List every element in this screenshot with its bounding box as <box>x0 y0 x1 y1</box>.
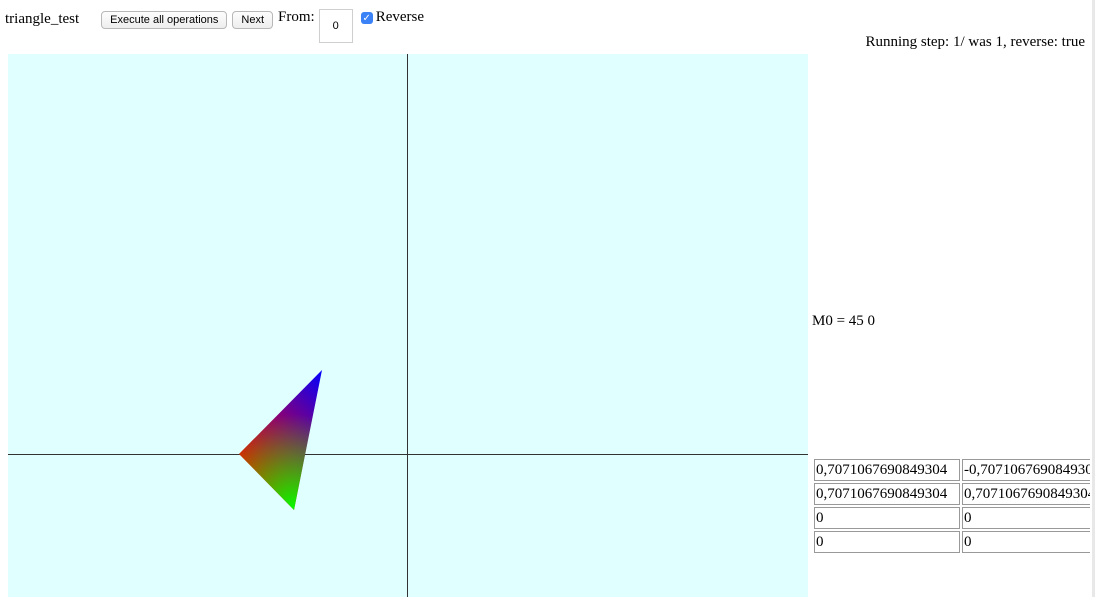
triangle-green-blend <box>239 370 322 510</box>
from-input[interactable] <box>318 9 353 43</box>
matrix-cell: 0,7071067690849304 <box>814 459 960 481</box>
matrix-row: 0,7071067690849304 -0,7071067690849304 <box>814 459 1090 481</box>
matrix-cell: 0 <box>814 531 960 553</box>
matrix-cell: 0 <box>962 507 1090 529</box>
reverse-checkbox[interactable]: ✓ <box>360 12 373 24</box>
matrix-cell: 0,7071067690849304 <box>962 483 1090 505</box>
next-button[interactable]: Next <box>232 11 274 29</box>
matrix-cell: -0,7071067690849304 <box>962 459 1090 481</box>
from-label: From: <box>278 8 315 25</box>
toolbar: triangle_test Execute all operations Nex… <box>5 6 425 43</box>
status-text: Running step: 1/ was 1, reverse: true <box>865 34 1085 50</box>
matrix-row: 0,7071067690849304 0,7071067690849304 <box>814 483 1090 505</box>
app-title: triangle_test <box>5 10 80 27</box>
execute-all-button[interactable]: Execute all operations <box>101 11 228 29</box>
reverse-label: Reverse <box>375 8 425 25</box>
matrix-row: 0 0 <box>814 531 1090 553</box>
matrix-cell: 0,7071067690849304 <box>814 483 960 505</box>
m0-label: M0 = 45 0 <box>812 313 876 329</box>
matrix-cell: 0 <box>962 531 1090 553</box>
triangle-graphic <box>239 370 322 510</box>
render-canvas[interactable] <box>8 54 808 597</box>
matrix-row: 0 0 <box>814 507 1090 529</box>
matrix-table: 0,7071067690849304 -0,7071067690849304 0… <box>812 457 1092 555</box>
matrix-cell: 0 <box>814 507 960 529</box>
